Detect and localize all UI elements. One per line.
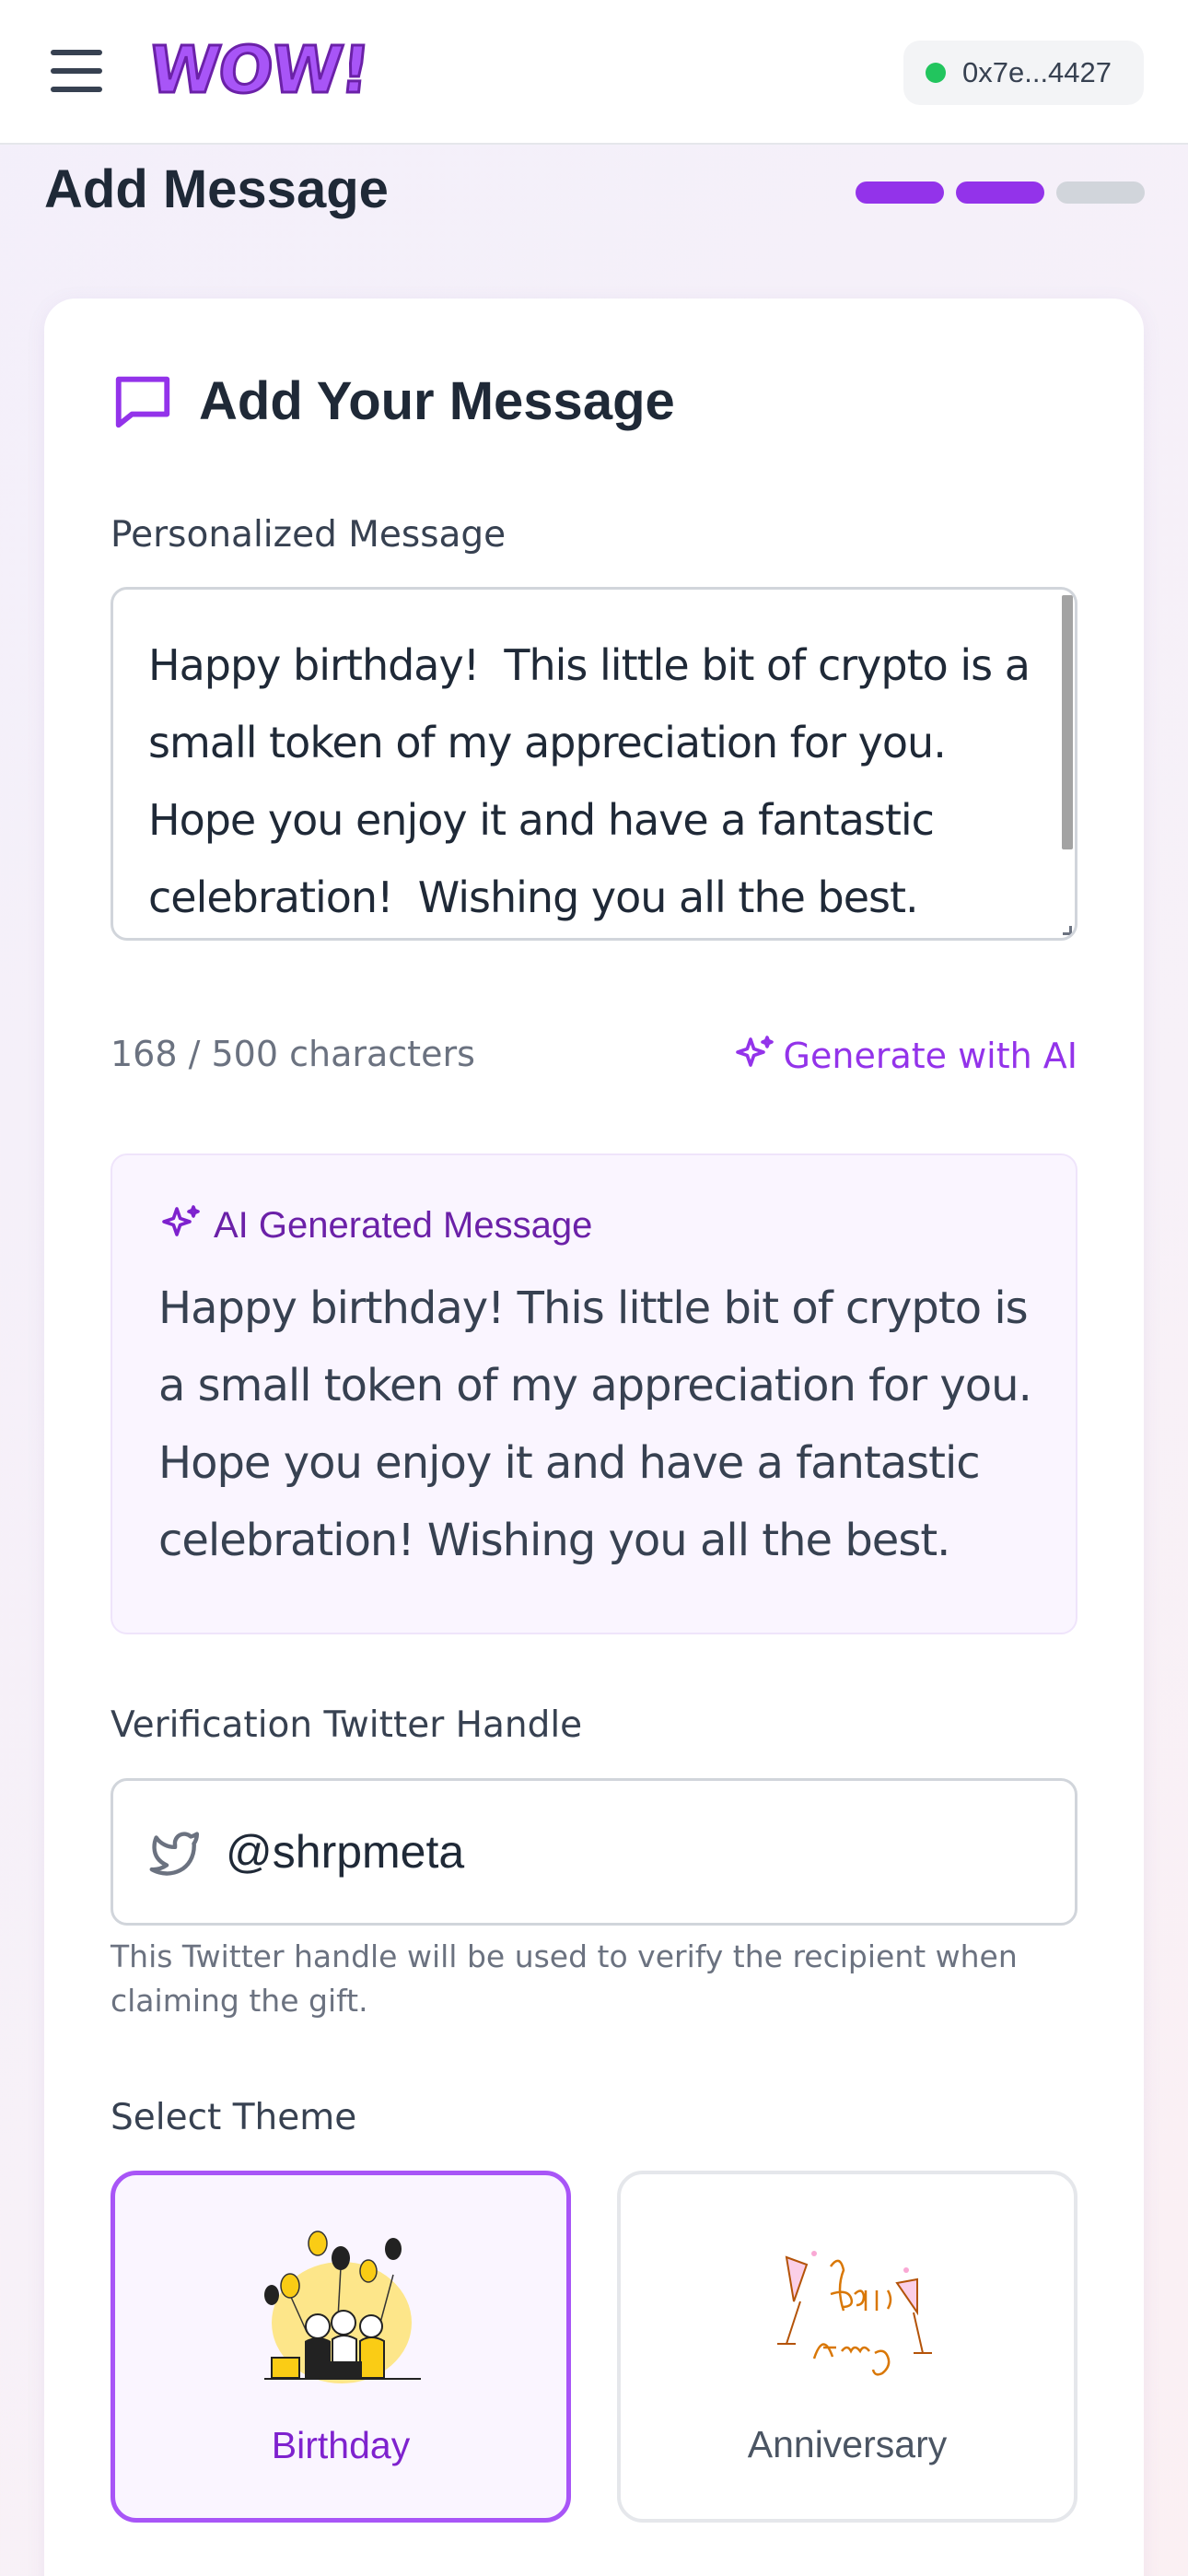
step-progress (856, 181, 1145, 204)
ai-box-title: AI Generated Message (214, 1204, 593, 1246)
twitter-handle-label: Verification Twitter Handle (111, 1704, 583, 1746)
step-indicator-3 (1056, 181, 1145, 204)
sparkles-icon (162, 1205, 200, 1236)
anniversary-illustration (777, 2251, 932, 2376)
birthday-party-illustration (264, 2231, 421, 2383)
message-label: Personalized Message (111, 514, 507, 556)
character-counter: 168 / 500 characters (111, 1034, 475, 1074)
message-text[interactable]: Happy birthday! This little bit of crypt… (148, 626, 1034, 936)
twitter-handle-help: This Twitter handle will be used to veri… (111, 1938, 1018, 2019)
resize-handle[interactable] (1063, 926, 1072, 935)
theme-label-birthday: Birthday (271, 2424, 411, 2466)
step-indicator-1 (856, 181, 944, 204)
twitter-icon (149, 1832, 200, 1876)
app-logo[interactable]: WOW! (144, 31, 373, 110)
textarea-scrollbar[interactable] (1062, 595, 1073, 849)
theme-option-birthday[interactable]: Birthday (111, 2171, 571, 2523)
step-indicator-2 (956, 181, 1044, 204)
card-header: Add Your Message (111, 369, 675, 433)
card-title: Add Your Message (199, 370, 675, 431)
message-card: Add Your Message Personalized Message Ha… (44, 299, 1144, 2576)
message-icon (115, 376, 170, 428)
ai-generated-message-box[interactable]: AI Generated Message Happy birthday! Thi… (111, 1153, 1077, 1634)
wallet-button[interactable]: 0x7e...4427 (903, 41, 1144, 105)
message-textarea[interactable]: Happy birthday! This little bit of crypt… (111, 587, 1077, 941)
wallet-address: 0x7e...4427 (962, 56, 1112, 88)
twitter-handle-value[interactable]: @shrpmeta (226, 1825, 464, 1879)
theme-label: Select Theme (111, 2097, 357, 2138)
page-title: Add Message (44, 159, 389, 219)
generate-ai-label: Generate with AI (783, 1036, 1077, 1076)
sparkles-icon (735, 1036, 774, 1067)
theme-option-anniversary[interactable]: Anniversary (617, 2171, 1077, 2523)
theme-label-anniversary: Anniversary (747, 2423, 948, 2465)
generate-ai-button[interactable]: Generate with AI (732, 1034, 1077, 1078)
top-app-bar: WOW! 0x7e...4427 (0, 0, 1188, 145)
connection-status-dot (926, 63, 946, 83)
ai-generated-text: Happy birthday! This little bit of crypt… (158, 1282, 1032, 1566)
menu-icon[interactable] (51, 50, 102, 92)
ai-box-header: AI Generated Message (158, 1203, 592, 1247)
twitter-handle-input[interactable]: @shrpmeta (111, 1778, 1077, 1926)
